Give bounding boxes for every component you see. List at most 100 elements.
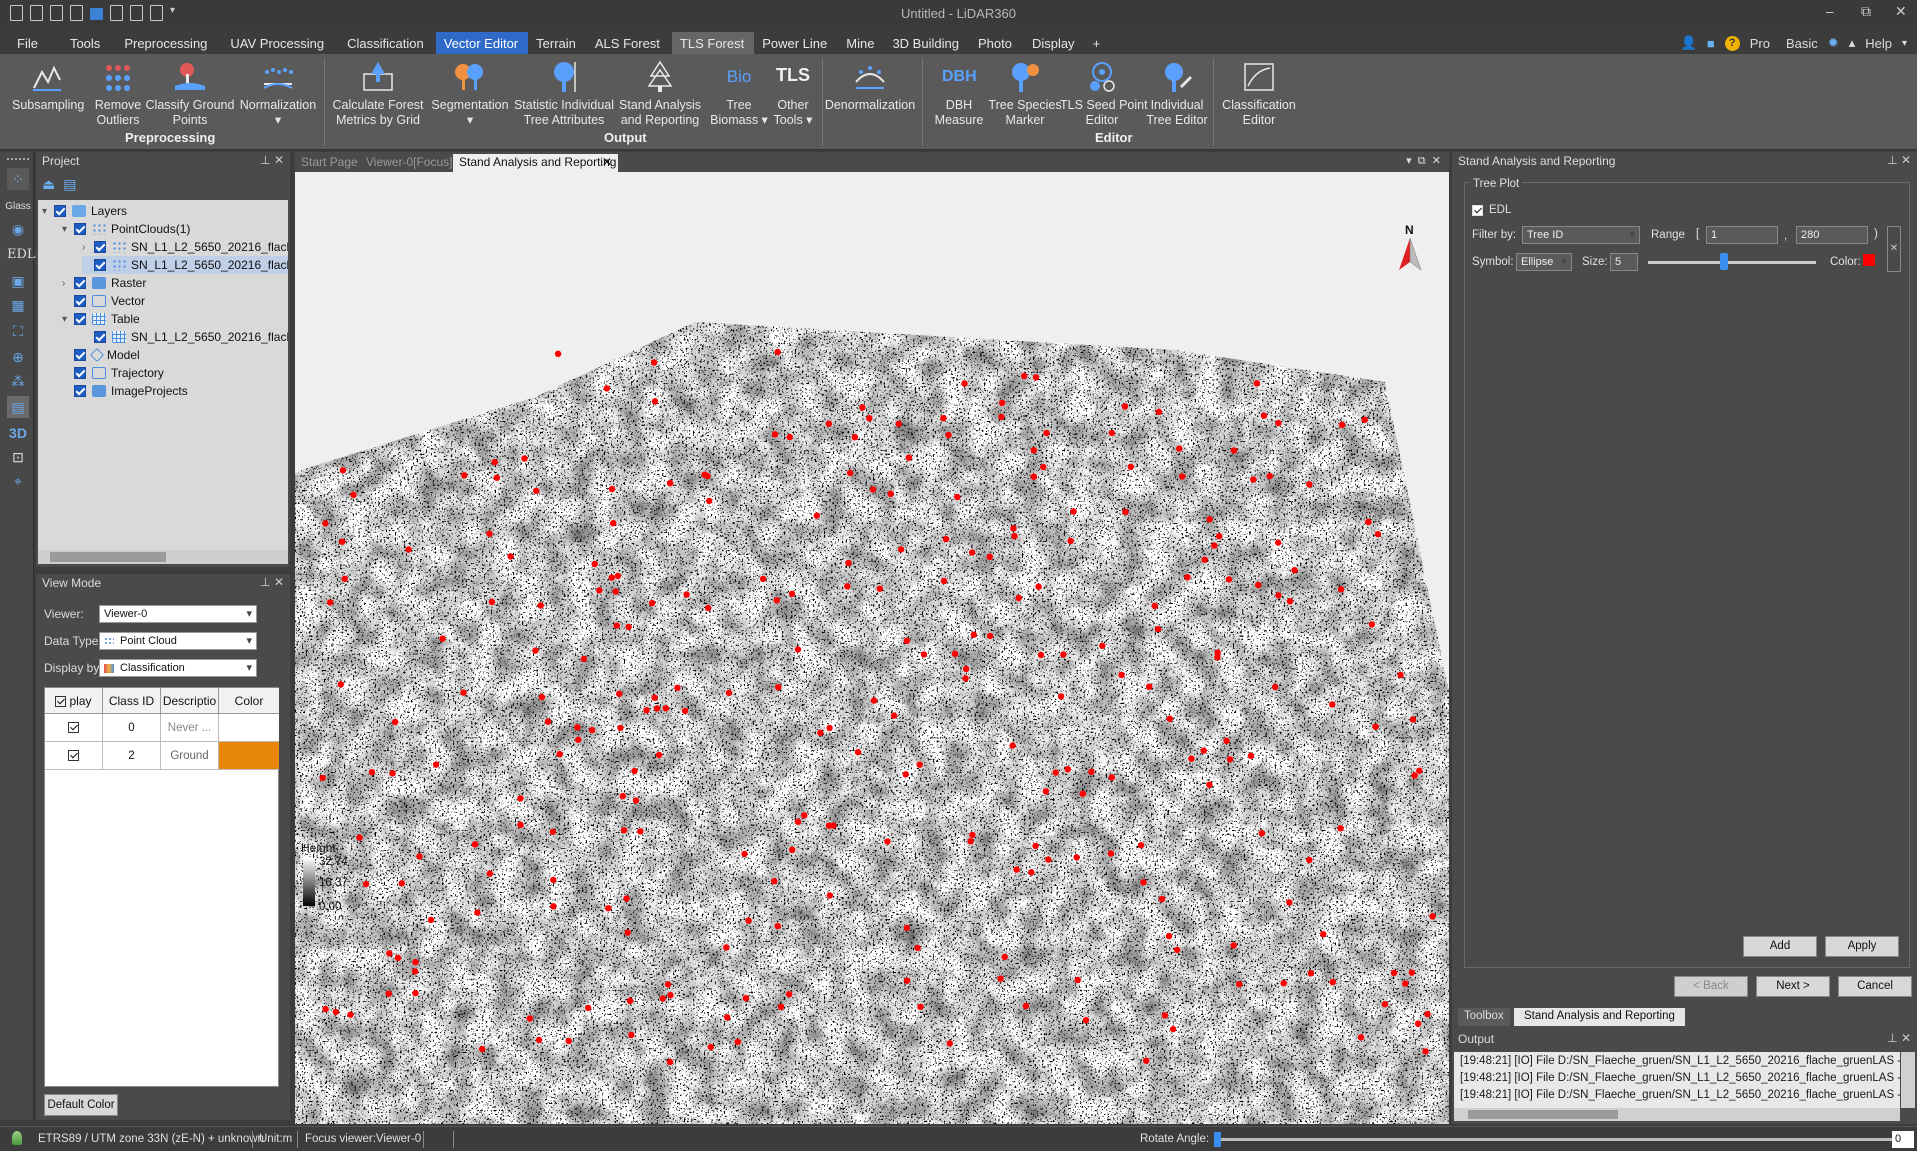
size-input[interactable]: 5 xyxy=(1610,253,1638,271)
normalization-button[interactable]: Normalization ▾ xyxy=(238,60,318,128)
cube-icon[interactable]: ■ xyxy=(1707,36,1715,51)
point-cloud-canvas[interactable]: N Height 32.74 16.37 0.00 xyxy=(295,172,1449,1124)
view-3d-tool[interactable]: 3D xyxy=(7,422,29,444)
points-icon[interactable]: ⁂ xyxy=(7,370,29,392)
menu-classification[interactable]: Classification xyxy=(339,32,436,54)
tls-seed-point-editor-button[interactable]: TLS Seed Point Editor xyxy=(1060,60,1148,128)
stand-analysis-reporting-button[interactable]: Stand Analysis and Reporting xyxy=(618,60,702,128)
user-icon[interactable]: 👤 xyxy=(1681,35,1697,51)
layer-stack-icon[interactable]: ▤ xyxy=(63,176,76,193)
rotate-angle-input[interactable]: 0 xyxy=(1892,1131,1914,1148)
subsampling-button[interactable]: Subsampling xyxy=(12,60,84,113)
menu-file[interactable]: File xyxy=(8,32,62,54)
symbol-select[interactable]: Ellipse xyxy=(1516,253,1572,271)
tab-stand-analysis-bottom[interactable]: Stand Analysis and Reporting xyxy=(1514,1008,1685,1026)
menu-power-line[interactable]: Power Line xyxy=(754,32,838,54)
tree-row-pointcloud-file-2[interactable]: SN_L1_L2_5650_20216_flache xyxy=(82,256,288,274)
add-layer-icon[interactable]: ⏏ xyxy=(42,176,55,193)
edl-tool[interactable]: EDL xyxy=(7,244,36,266)
next-button[interactable]: Next > xyxy=(1756,976,1830,997)
glass-tool[interactable]: Glass xyxy=(4,196,32,218)
tree-row-layers[interactable]: ▾ Layers xyxy=(42,202,127,220)
remove-outliers-button[interactable]: Remove Outliers xyxy=(91,60,145,128)
dbh-measure-button[interactable]: DBH DBH Measure xyxy=(930,60,988,128)
settings-icon[interactable]: ✹ xyxy=(1828,35,1839,51)
classify-ground-points-button[interactable]: Classify Ground Points xyxy=(145,60,235,128)
cancel-button[interactable]: Cancel xyxy=(1838,976,1912,997)
menu-display[interactable]: Display xyxy=(1024,32,1085,54)
default-color-button[interactable]: Default Color xyxy=(44,1094,118,1116)
pro-mode[interactable]: Pro xyxy=(1750,36,1770,51)
denormalization-button[interactable]: Denormalization xyxy=(824,60,916,113)
collapse-ribbon-icon[interactable]: ▴ xyxy=(1849,35,1856,51)
menu-tls-forest[interactable]: TLS Forest xyxy=(671,32,755,54)
header-class-id[interactable]: Class ID xyxy=(103,688,161,714)
menu-uav-processing[interactable]: UAV Processing xyxy=(222,32,339,54)
screenshot-icon[interactable]: ⊡ xyxy=(7,446,29,468)
add-button[interactable]: Add xyxy=(1743,936,1817,957)
header-description[interactable]: Descriptio xyxy=(161,688,219,714)
menu-als-forest[interactable]: ALS Forest xyxy=(587,32,672,54)
output-vertical-scrollbar[interactable] xyxy=(1901,1052,1915,1108)
tab-start-page[interactable]: Start Page xyxy=(295,154,364,172)
data-type-select[interactable]: Point Cloud xyxy=(99,632,257,650)
menu-tools[interactable]: Tools xyxy=(62,32,116,54)
measure-icon[interactable]: ⌖ xyxy=(7,470,29,492)
menu-vector-editor[interactable]: Vector Editor xyxy=(435,32,529,54)
header-color[interactable]: Color xyxy=(219,688,279,714)
pin-close-icon[interactable]: ⊥ ✕ xyxy=(260,575,284,589)
apply-button[interactable]: Apply xyxy=(1825,936,1899,957)
remove-filter-icon[interactable]: ✕ xyxy=(1887,226,1901,272)
row-1-color-swatch[interactable] xyxy=(219,742,279,770)
row-0-color-swatch[interactable] xyxy=(219,714,279,742)
header-display[interactable]: play xyxy=(45,688,103,714)
other-tools-button[interactable]: TLS Other Tools ▾ xyxy=(768,60,818,128)
row-0-checkbox[interactable] xyxy=(45,714,103,742)
range-max-input[interactable]: 280 xyxy=(1796,226,1868,244)
tree-row-raster[interactable]: › Raster xyxy=(62,274,146,292)
restore-icon[interactable]: ⧉ xyxy=(1861,3,1871,20)
size-slider-thumb[interactable] xyxy=(1719,253,1728,270)
size-slider-track[interactable] xyxy=(1648,261,1816,264)
tab-stand-analysis[interactable]: Stand Analysis and Reporting ✕ xyxy=(453,154,618,172)
statistic-tree-attributes-button[interactable]: Statistic Individual Tree Attributes xyxy=(512,60,616,128)
calculate-forest-metrics-button[interactable]: Calculate Forest Metrics by Grid xyxy=(328,60,428,128)
close-icon[interactable]: ✕ xyxy=(1895,3,1907,20)
rotate-angle-slider[interactable] xyxy=(1218,1138,1892,1141)
help-menu[interactable]: Help xyxy=(1865,36,1892,51)
menu-mine[interactable]: Mine xyxy=(838,32,884,54)
tree-row-vector[interactable]: Vector xyxy=(62,292,145,310)
tree-row-table[interactable]: ▾ Table xyxy=(62,310,140,328)
individual-tree-editor-button[interactable]: Individual Tree Editor xyxy=(1146,60,1208,128)
row-1-checkbox[interactable] xyxy=(45,742,103,770)
display-by-select[interactable]: Classification xyxy=(99,659,257,677)
eye-icon[interactable]: ◉ xyxy=(7,218,29,240)
rotate-angle-thumb[interactable] xyxy=(1214,1132,1221,1147)
tree-row-pointcloud-file-1[interactable]: › SN_L1_L2_5650_20216_flache xyxy=(82,238,288,256)
fit-view-icon[interactable]: ⛶ xyxy=(7,320,29,342)
basic-mode[interactable]: Basic xyxy=(1786,36,1818,51)
layers-tool-icon[interactable]: ▦ xyxy=(7,294,29,316)
edl-checkbox[interactable]: EDL xyxy=(1472,204,1511,216)
marker-color-swatch[interactable] xyxy=(1863,254,1875,266)
grid-icon[interactable]: ▤ xyxy=(7,396,29,418)
menu-terrain[interactable]: Terrain xyxy=(528,32,587,54)
pin-close-icon[interactable]: ⊥ ✕ xyxy=(260,153,284,167)
point-cloud-viewer[interactable]: N Height 32.74 16.37 0.00 xyxy=(295,172,1449,1124)
back-button[interactable]: < Back xyxy=(1674,976,1748,997)
tree-species-marker-button[interactable]: Tree Species Marker xyxy=(988,60,1062,128)
pin-close-icon[interactable]: ⊥ ✕ xyxy=(1887,153,1911,167)
menu-photo[interactable]: Photo xyxy=(970,32,1024,54)
globe-icon[interactable]: ⊕ xyxy=(7,346,29,368)
tab-toolbox[interactable]: Toolbox xyxy=(1458,1008,1510,1026)
filter-by-select[interactable]: Tree ID xyxy=(1522,226,1640,244)
crs-info[interactable]: ETRS89 / UTM zone 33N (zE-N) + unknown xyxy=(38,1133,264,1145)
menu-add-tab[interactable]: + xyxy=(1085,32,1109,54)
tree-horizontal-scrollbar[interactable] xyxy=(38,550,288,564)
output-horizontal-scrollbar[interactable] xyxy=(1454,1108,1900,1121)
help-chevron-icon[interactable]: ▾ xyxy=(1902,38,1907,49)
tree-row-pointclouds[interactable]: ▾ PointClouds(1) xyxy=(62,220,190,238)
menu-3d-building[interactable]: 3D Building xyxy=(884,32,970,54)
tree-row-table-file[interactable]: SN_L1_L2_5650_20216_flache xyxy=(82,328,288,346)
tree-row-imageprojects[interactable]: ImageProjects xyxy=(62,382,188,400)
